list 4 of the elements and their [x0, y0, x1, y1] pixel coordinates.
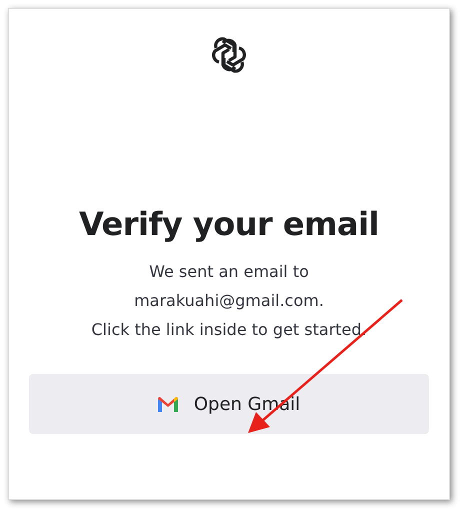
message-text: We sent an email to marakuahi@gmail.com. Click the link inside to get started. [91, 261, 367, 342]
logo-icon [209, 35, 249, 75]
page-title: Verify your email [78, 205, 379, 244]
mail-icon [158, 396, 178, 412]
